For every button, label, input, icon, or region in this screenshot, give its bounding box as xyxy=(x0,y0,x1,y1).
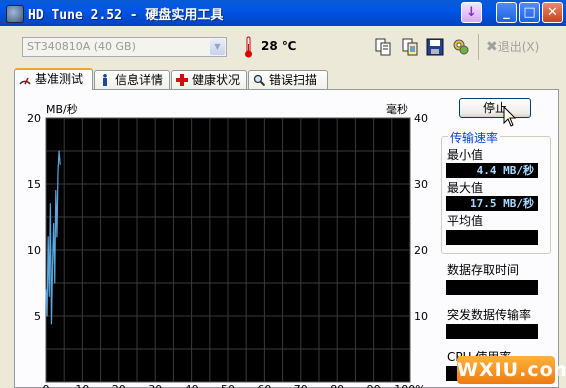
avg-value xyxy=(446,230,538,245)
min-label: 最小值 xyxy=(447,148,484,162)
exit-label: 退出(X) xyxy=(497,40,540,54)
watermark-logo: WXIU.com xyxy=(457,356,566,384)
temperature-readout: 28 ℃ xyxy=(261,39,297,53)
toolbar-separator xyxy=(478,34,479,60)
tab-error-scan[interactable]: 错误扫描 xyxy=(248,70,328,89)
tab-label: 信息详情 xyxy=(115,73,164,87)
benchmark-icon xyxy=(19,77,31,85)
window-title: HD Tune 2.52 - 硬盘实用工具 xyxy=(28,8,224,23)
avg-label: 平均值 xyxy=(447,214,484,228)
burst-rate-label: 突发数据传输率 xyxy=(447,308,532,322)
copy-info-icon[interactable] xyxy=(374,38,392,56)
maximize-button[interactable]: □ xyxy=(519,2,540,23)
mouse-cursor-icon xyxy=(503,106,517,127)
save-icon[interactable] xyxy=(426,38,444,56)
exit-button[interactable]: ✖退出(X) xyxy=(486,38,539,55)
options-icon[interactable] xyxy=(452,38,470,56)
tab-label: 错误扫描 xyxy=(269,73,318,87)
tab-info[interactable]: 信息详情 xyxy=(94,70,170,89)
access-time-value xyxy=(446,280,538,295)
stop-button[interactable]: 停止 xyxy=(459,98,531,118)
max-value: 17.5 MB/秒 xyxy=(446,196,538,211)
tab-label: 基准测试 xyxy=(35,72,84,86)
drive-select-value: ST340810A (40 GB) xyxy=(27,40,136,53)
min-value: 4.4 MB/秒 xyxy=(446,163,538,178)
magnifier-icon xyxy=(253,74,265,86)
download-button[interactable]: ↓ xyxy=(461,2,482,23)
thermometer-icon xyxy=(245,36,252,58)
tab-benchmark[interactable]: 基准测试 xyxy=(14,68,93,90)
title-bar: HD Tune 2.52 - 硬盘实用工具 ↓ _ □ ✕ xyxy=(0,0,566,26)
burst-rate-value xyxy=(446,324,538,339)
tab-label: 健康状况 xyxy=(192,73,241,87)
transfer-rate-group-title: 传输速率 xyxy=(448,129,501,146)
max-label: 最大值 xyxy=(447,181,484,195)
tab-health[interactable]: 健康状况 xyxy=(171,70,247,89)
minimize-button[interactable]: _ xyxy=(496,2,517,23)
chevron-down-icon[interactable]: ▼ xyxy=(210,39,225,55)
access-time-label: 数据存取时间 xyxy=(447,263,520,277)
exit-icon: ✖ xyxy=(486,39,498,55)
health-cross-icon xyxy=(176,74,188,86)
close-button[interactable]: ✕ xyxy=(542,2,563,23)
drive-select[interactable]: ST340810A (40 GB) ▼ xyxy=(22,37,227,57)
copy-screen-icon[interactable] xyxy=(401,38,419,56)
info-icon xyxy=(103,74,107,86)
app-icon xyxy=(6,5,24,23)
